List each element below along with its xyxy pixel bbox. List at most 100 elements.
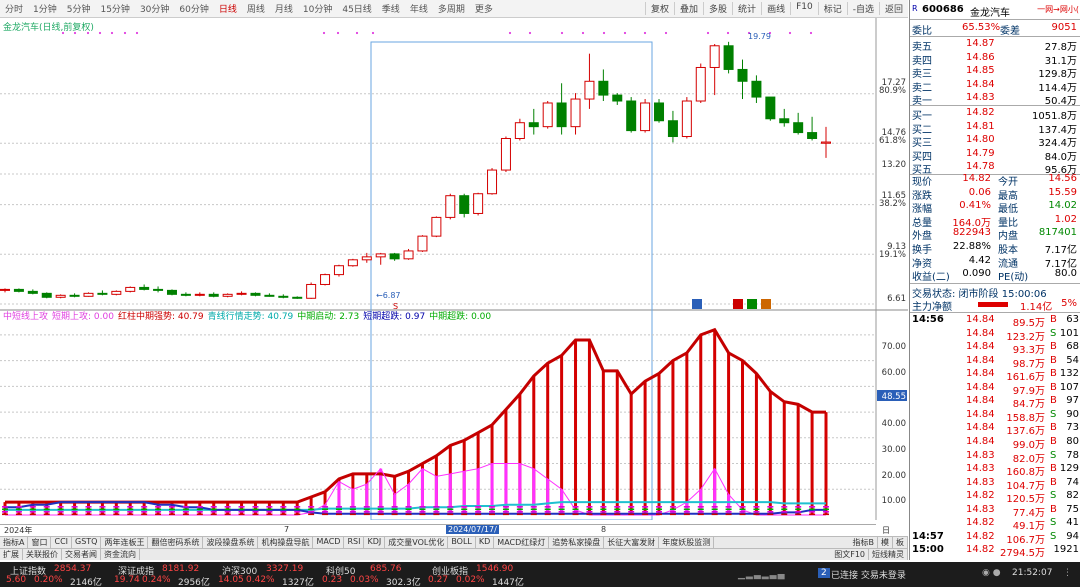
candle-body[interactable] bbox=[542, 102, 553, 128]
period-tab[interactable]: 分时 bbox=[0, 2, 28, 15]
tool-button[interactable]: 画线 bbox=[761, 2, 790, 15]
indicator-tab[interactable]: GSTQ bbox=[72, 537, 102, 548]
period-tab[interactable]: 更多 bbox=[470, 2, 498, 15]
connection-status[interactable]: 已连接 交易未登录 bbox=[831, 568, 906, 581]
event-marker[interactable] bbox=[747, 299, 757, 309]
indicator-tab[interactable]: 模 bbox=[878, 537, 893, 548]
candle-body[interactable] bbox=[55, 294, 66, 298]
candle-body[interactable] bbox=[292, 296, 303, 299]
candle-body[interactable] bbox=[69, 294, 80, 297]
indicator-tab[interactable]: 翻倍密码系统 bbox=[148, 537, 204, 548]
period-tab[interactable]: 日线 bbox=[214, 2, 242, 15]
candle-body[interactable] bbox=[570, 98, 581, 128]
candle-body[interactable] bbox=[27, 290, 38, 294]
candle-body[interactable] bbox=[723, 45, 734, 70]
indicator-tab[interactable]: 板 bbox=[893, 537, 908, 548]
candle-body[interactable] bbox=[250, 292, 261, 296]
candle-body[interactable] bbox=[487, 169, 498, 195]
candle-body[interactable] bbox=[139, 286, 150, 290]
candle-body[interactable] bbox=[347, 259, 358, 267]
indicator-tab[interactable]: 指标A bbox=[0, 537, 29, 548]
indicator-tab[interactable]: KDJ bbox=[364, 537, 386, 548]
candle-body[interactable] bbox=[640, 102, 651, 132]
candle-body[interactable] bbox=[333, 265, 344, 276]
candle-body[interactable] bbox=[654, 102, 665, 122]
candle-body[interactable] bbox=[180, 293, 191, 296]
candle-body[interactable] bbox=[598, 80, 609, 96]
period-tab[interactable]: 季线 bbox=[377, 2, 405, 15]
candle-body[interactable] bbox=[236, 292, 247, 295]
candle-body[interactable] bbox=[13, 288, 24, 292]
extension-tab-right[interactable]: 短线精灵 bbox=[869, 549, 908, 560]
candle-body[interactable] bbox=[417, 235, 428, 252]
menu-icon[interactable]: ⋮ bbox=[1063, 568, 1072, 578]
candle-body[interactable] bbox=[83, 292, 94, 297]
candle-body[interactable] bbox=[0, 288, 10, 291]
tool-button[interactable]: 返回 bbox=[878, 2, 908, 15]
indicator-tab[interactable]: KD bbox=[476, 537, 495, 548]
extension-tab[interactable]: 交易者闻 bbox=[62, 549, 101, 560]
indicator-tab[interactable]: 指标B bbox=[850, 537, 878, 548]
indicator-tab[interactable]: MACD bbox=[313, 537, 345, 548]
indicator-tab[interactable]: BOLL bbox=[448, 537, 476, 548]
indicator-tab[interactable]: CCI bbox=[51, 537, 73, 548]
period-tab[interactable]: 周线 bbox=[242, 2, 270, 15]
candle-body[interactable] bbox=[375, 253, 386, 258]
candle-body[interactable] bbox=[320, 274, 331, 285]
candle-body[interactable] bbox=[779, 118, 790, 124]
extension-tab[interactable]: 扩展 bbox=[0, 549, 23, 560]
indicator-tab[interactable]: 长征大富发财 bbox=[604, 537, 660, 548]
candle-body[interactable] bbox=[111, 290, 122, 295]
period-tab[interactable]: 多周期 bbox=[433, 2, 470, 15]
indicator-tab[interactable]: 年度妖股监测 bbox=[659, 537, 715, 548]
candle-body[interactable] bbox=[97, 292, 108, 295]
candle-body[interactable] bbox=[556, 102, 567, 128]
period-tab[interactable]: 1分钟 bbox=[28, 2, 62, 15]
candle-body[interactable] bbox=[41, 292, 52, 298]
tool-button[interactable]: F10 bbox=[790, 2, 818, 15]
extension-tab-right[interactable]: 图文F10 bbox=[831, 549, 869, 560]
indicator-tab[interactable]: 两年连板王 bbox=[101, 537, 149, 548]
candle-body[interactable] bbox=[737, 68, 748, 82]
candle-body[interactable] bbox=[528, 122, 539, 128]
candle-body[interactable] bbox=[264, 294, 275, 297]
candle-body[interactable] bbox=[431, 216, 442, 237]
tool-button[interactable]: 多股 bbox=[703, 2, 732, 15]
candle-body[interactable] bbox=[389, 253, 400, 260]
candle-body[interactable] bbox=[793, 122, 804, 134]
tray-icons[interactable]: ◉ ● bbox=[982, 568, 1001, 578]
candle-body[interactable] bbox=[166, 289, 177, 295]
period-tab[interactable]: 10分钟 bbox=[298, 2, 337, 15]
period-tab[interactable]: 5分钟 bbox=[62, 2, 96, 15]
candle-body[interactable] bbox=[514, 122, 525, 139]
candle-body[interactable] bbox=[222, 293, 233, 297]
candle-body[interactable] bbox=[751, 80, 762, 98]
indicator-tab[interactable]: 窗口 bbox=[28, 537, 52, 548]
period-tab[interactable]: 60分钟 bbox=[174, 2, 213, 15]
tool-button[interactable]: 标记 bbox=[817, 2, 847, 15]
candle-body[interactable] bbox=[584, 80, 595, 100]
candle-body[interactable] bbox=[125, 286, 136, 292]
candle-body[interactable] bbox=[765, 96, 776, 120]
period-tab[interactable]: 年线 bbox=[405, 2, 433, 15]
candle-body[interactable] bbox=[667, 120, 678, 138]
candle-body[interactable] bbox=[208, 293, 219, 297]
candle-body[interactable] bbox=[626, 100, 637, 132]
candle-body[interactable] bbox=[695, 66, 706, 102]
candle-body[interactable] bbox=[473, 193, 484, 214]
extension-tab[interactable]: 关联报价 bbox=[23, 549, 62, 560]
extension-tab[interactable]: 资金流向 bbox=[101, 549, 140, 560]
candle-body[interactable] bbox=[153, 288, 164, 291]
event-marker[interactable] bbox=[733, 299, 743, 309]
period-tab[interactable]: 月线 bbox=[270, 2, 298, 15]
candle-body[interactable] bbox=[194, 293, 205, 296]
candle-body[interactable] bbox=[681, 100, 692, 138]
candle-body[interactable] bbox=[612, 94, 623, 102]
indicator-tab[interactable]: 追势私家操盘 bbox=[549, 537, 605, 548]
indicator-tab[interactable]: 波段操盘系统 bbox=[203, 537, 259, 548]
candle-body[interactable] bbox=[403, 250, 414, 260]
kline-chart[interactable]: 17.2780.9%14.7661.8%13.2011.6538.2%9.131… bbox=[0, 18, 908, 520]
period-tab[interactable]: 15分钟 bbox=[95, 2, 134, 15]
candle-body[interactable] bbox=[361, 256, 372, 261]
indicator-tab[interactable]: RSI bbox=[344, 537, 365, 548]
